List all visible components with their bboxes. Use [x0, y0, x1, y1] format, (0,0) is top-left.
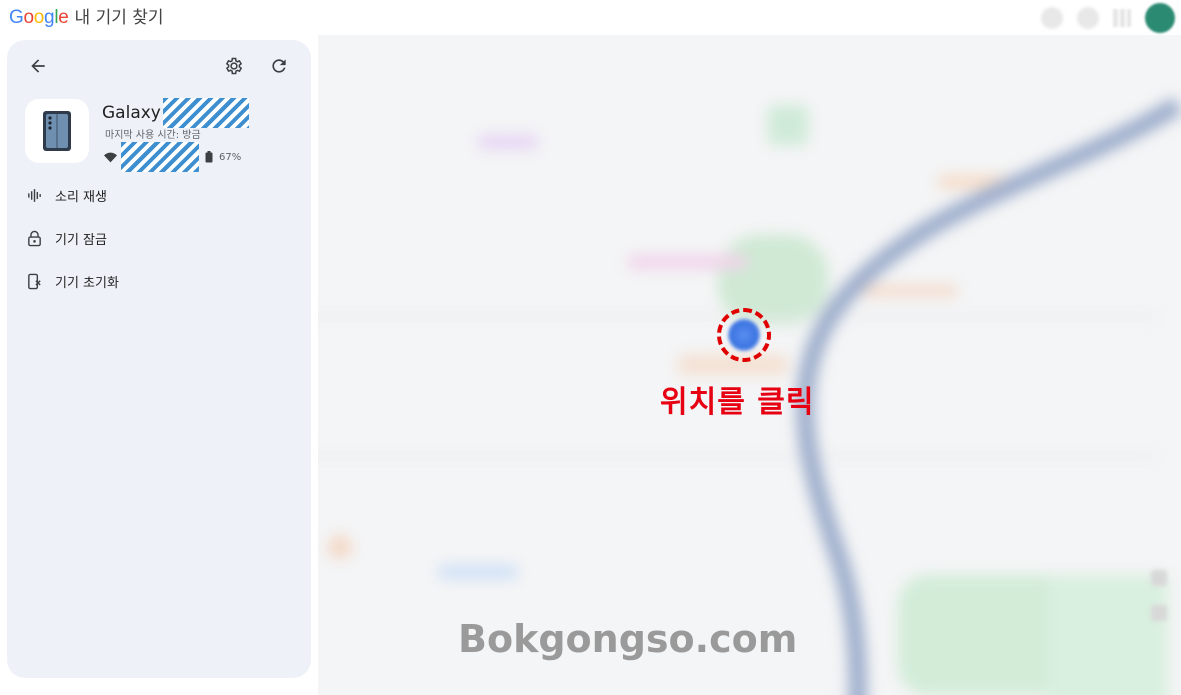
phone-icon [43, 111, 71, 151]
map[interactable]: 위치를 클릭 Bokgongso.com [318, 35, 1181, 695]
brand: Google 내 기기 찾기 [9, 3, 164, 29]
top-actions [1041, 3, 1175, 33]
watermark: Bokgongso.com [458, 617, 798, 661]
refresh-button[interactable] [265, 52, 293, 80]
logo-letter: g [44, 7, 55, 28]
lock-device-label: 기기 잠금 [55, 232, 107, 248]
account-avatar[interactable] [1145, 3, 1175, 33]
device-status: 67% [104, 142, 241, 172]
refresh-icon [272, 59, 286, 73]
lock-device-button[interactable]: 기기 잠금 [26, 223, 286, 253]
arrow-left-icon [31, 59, 45, 73]
click-location-callout: 위치를 클릭 [660, 385, 815, 420]
last-used-text: 마지막 사용 시간: 방금 [105, 130, 201, 141]
phone-erase-icon [28, 273, 41, 289]
map-zoom-in-icon[interactable] [1151, 570, 1167, 586]
device-image [25, 99, 89, 163]
logo-letter: o [23, 7, 34, 28]
wifi-icon [104, 152, 117, 162]
play-sound-label: 소리 재생 [55, 189, 107, 205]
apps-grid-icon[interactable] [1113, 9, 1131, 27]
logo-letter: o [33, 7, 45, 28]
device-panel: Galaxy 마지막 사용 시간: 방금 67% 소리 재생 기기 잠금 기기 … [7, 40, 311, 678]
map-zoom-out-icon[interactable] [1151, 605, 1167, 621]
river-path [795, 96, 1181, 695]
lock-icon [28, 230, 41, 246]
location-highlight-ring[interactable] [717, 308, 771, 362]
settings-top-icon[interactable] [1077, 7, 1099, 29]
battery-level: 67% [219, 151, 242, 163]
erase-device-button[interactable]: 기기 초기화 [26, 266, 286, 296]
google-logo: Google [9, 7, 69, 29]
sound-wave-icon [28, 188, 41, 202]
map-tiles [318, 35, 1181, 695]
app-title: 내 기기 찾기 [74, 8, 164, 28]
device-name-text: Galaxy [102, 103, 161, 123]
help-icon[interactable] [1041, 7, 1063, 29]
logo-letter: e [58, 7, 69, 28]
erase-device-label: 기기 초기화 [55, 275, 119, 291]
play-sound-button[interactable]: 소리 재생 [26, 180, 286, 210]
settings-button[interactable] [220, 52, 248, 80]
redacted-model [162, 98, 249, 128]
redacted-network [121, 142, 199, 172]
device-name: Galaxy [102, 98, 249, 128]
battery-icon [205, 151, 213, 163]
gear-icon [225, 57, 243, 75]
logo-letter: G [9, 7, 24, 28]
top-bar: Google 내 기기 찾기 [0, 0, 1181, 34]
back-button[interactable] [24, 52, 52, 80]
